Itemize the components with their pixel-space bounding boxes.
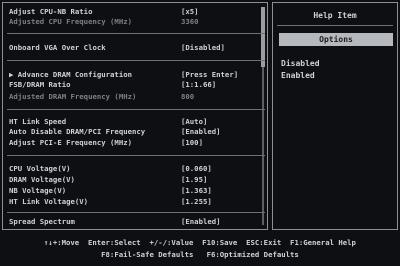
row-dram-voltage[interactable]: DRAM Voltage(V) [1.95] — [9, 175, 263, 185]
setting-label: Adjust PCI-E Frequency (MHz) — [9, 138, 133, 147]
row-ht-link-voltage[interactable]: HT Link Voltage(V) [1.255] — [9, 197, 263, 207]
setting-label: Adjust CPU-NB Ratio — [9, 7, 93, 16]
help-title: Help Item — [313, 11, 357, 20]
row-dram-frequency: Adjusted DRAM Frequency (MHz) 800 — [9, 92, 263, 102]
setting-label: DRAM Voltage(V) — [9, 175, 75, 184]
divider — [7, 60, 265, 61]
setting-value[interactable]: [Disabled] — [181, 43, 225, 53]
setting-value[interactable]: [Enabled] — [181, 217, 221, 227]
setting-value: 3360 — [181, 17, 199, 26]
setting-label: CPU Voltage(V) — [9, 164, 71, 173]
setting-value[interactable]: [1.363] — [181, 186, 212, 196]
setting-label: Adjusted CPU Frequency (MHz) — [9, 17, 133, 26]
setting-label: HT Link Voltage(V) — [9, 197, 89, 206]
row-auto-disable-dram-pci[interactable]: Auto Disable DRAM/PCI Frequency [Enabled… — [9, 127, 263, 137]
row-ht-link-speed[interactable]: HT Link Speed [Auto] — [9, 117, 263, 127]
setting-value[interactable]: [x5] — [181, 7, 199, 17]
option-enabled[interactable]: Enabled — [281, 71, 315, 80]
divider — [7, 212, 265, 213]
setting-label: Onboard VGA Over Clock — [9, 43, 106, 52]
row-cpu-frequency: Adjusted CPU Frequency (MHz) 3360 — [9, 17, 263, 27]
row-fsb-dram-ratio[interactable]: FSB/DRAM Ratio [1:1.66] — [9, 80, 263, 90]
help-panel: Help Item Options Disabled Enabled — [272, 2, 398, 230]
setting-label: Auto Disable DRAM/PCI Frequency — [9, 127, 146, 136]
row-nb-voltage[interactable]: NB Voltage(V) [1.363] — [9, 186, 263, 196]
key-legend-line-2: F8:Fail-Safe Defaults F6:Optimized Defau… — [101, 250, 299, 259]
setting-value[interactable]: [0.060] — [181, 164, 212, 174]
bios-screen: Adjust CPU-NB Ratio [x5] Adjusted CPU Fr… — [0, 0, 400, 266]
divider — [277, 25, 393, 26]
row-pcie-frequency[interactable]: Adjust PCI-E Frequency (MHz) [100] — [9, 138, 263, 148]
row-onboard-vga-oc[interactable]: Onboard VGA Over Clock [Disabled] — [9, 43, 263, 53]
divider — [7, 109, 265, 110]
row-advance-dram-config[interactable]: ▶ Advance DRAM Configuration [Press Ente… — [9, 70, 263, 80]
setting-label: Spread Spectrum — [9, 217, 75, 226]
setting-value[interactable]: [Auto] — [181, 117, 207, 127]
divider — [7, 155, 265, 156]
submenu-label: ▶ Advance DRAM Configuration — [9, 70, 133, 79]
row-cpu-voltage[interactable]: CPU Voltage(V) [0.060] — [9, 164, 263, 174]
options-header: Options — [279, 33, 393, 46]
row-spread-spectrum[interactable]: Spread Spectrum [Enabled] — [9, 217, 263, 227]
setting-value[interactable]: [Enabled] — [181, 127, 221, 137]
setting-value[interactable]: [1.255] — [181, 197, 212, 207]
setting-label: HT Link Speed — [9, 117, 67, 126]
setting-value[interactable]: [1:1.66] — [181, 80, 216, 90]
setting-value[interactable]: [1.95] — [181, 175, 207, 185]
row-cpu-nb-ratio[interactable]: Adjust CPU-NB Ratio [x5] — [9, 7, 263, 17]
setting-label: Adjusted DRAM Frequency (MHz) — [9, 92, 137, 101]
option-disabled[interactable]: Disabled — [281, 59, 320, 68]
setting-value[interactable]: [100] — [181, 138, 203, 148]
setting-value: 800 — [181, 92, 195, 101]
setting-label: FSB/DRAM Ratio — [9, 80, 71, 89]
setting-label: NB Voltage(V) — [9, 186, 67, 195]
key-legend-line-1: ↑↓+:Move Enter:Select +/-/:Value F10:Sav… — [44, 238, 356, 247]
key-legend: ↑↓+:Move Enter:Select +/-/:Value F10:Sav… — [2, 236, 398, 264]
setting-value[interactable]: [Press Enter] — [181, 70, 238, 80]
settings-panel: Adjust CPU-NB Ratio [x5] Adjusted CPU Fr… — [2, 2, 268, 230]
divider — [7, 33, 265, 34]
